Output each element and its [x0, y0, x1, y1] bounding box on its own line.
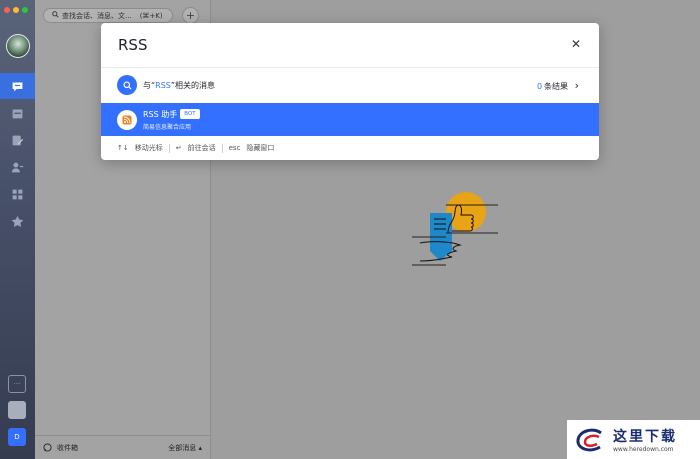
nav-calendar[interactable] — [0, 100, 35, 126]
window-controls — [4, 7, 28, 13]
search-shortcut: (⌘+K) — [139, 11, 163, 20]
arrow-keys-icon: ↑↓ — [117, 144, 129, 152]
hint-divider — [221, 143, 223, 153]
watermark-cn: 这里下载 — [613, 429, 677, 445]
result-count-number: 0 — [536, 81, 543, 91]
search-modal: RSS ✕ 与“RSS”相关的消息 0 条结果 › RSS 助手 BOT 简易信… — [101, 23, 599, 160]
enter-key-icon: ↵ — [175, 144, 182, 152]
search-query-input[interactable]: RSS — [118, 36, 147, 54]
rss-icon — [122, 115, 132, 124]
result-name-line: RSS 助手 BOT — [143, 109, 200, 120]
apps-grid-icon — [12, 189, 23, 199]
result-name: RSS 助手 — [143, 109, 178, 119]
rss-bot-avatar — [117, 109, 137, 130]
search-messages-row[interactable]: 与“RSS”相关的消息 0 条结果 › — [101, 67, 599, 103]
watermark-url: www.heredown.com — [613, 446, 674, 453]
watermark-text: 这里下载 www.heredown.com — [613, 426, 677, 453]
search-placeholder: 查找会话、消息、文... — [62, 11, 132, 20]
nav-apps[interactable] — [0, 181, 35, 207]
doc-edit-icon — [12, 135, 24, 145]
result-count-suffix: 条结果 — [544, 81, 569, 91]
esc-key-label: esc — [228, 144, 241, 152]
inbox-button[interactable]: 收件箱 — [43, 443, 78, 453]
result-description: 简易信息聚合应用 — [143, 123, 192, 131]
chevron-right-icon: › — [574, 78, 579, 92]
contacts-icon — [11, 162, 24, 172]
search-circle-icon — [117, 75, 137, 95]
search-result-rss-bot[interactable]: RSS 助手 BOT 简易信息聚合应用 — [101, 103, 599, 136]
nav-favorites[interactable] — [0, 208, 35, 234]
close-icon[interactable]: ✕ — [571, 37, 581, 51]
site-watermark: 这里下载 www.heredown.com — [567, 420, 700, 459]
more-apps-button[interactable]: ··· — [8, 375, 26, 393]
label-keyword: RSS — [155, 80, 171, 90]
workspace-switcher[interactable] — [8, 401, 26, 419]
app-sidebar: ··· D — [0, 0, 35, 459]
label-prefix: 与“ — [143, 80, 156, 90]
nav-messages[interactable] — [0, 73, 35, 99]
search-messages-label: 与“RSS”相关的消息 — [143, 80, 215, 91]
inbox-icon — [43, 443, 52, 452]
user-avatar[interactable] — [6, 34, 30, 58]
hint-go-to-chat: 前往会话 — [187, 144, 216, 152]
modal-header: RSS ✕ — [101, 23, 599, 68]
star-icon — [11, 215, 24, 227]
minimize-window-button[interactable] — [13, 7, 19, 13]
label-suffix: ”相关的消息 — [170, 80, 216, 90]
chat-icon — [12, 81, 23, 91]
empty-state-illustration — [412, 192, 498, 266]
result-info: RSS 助手 BOT 简易信息聚合应用 — [143, 109, 200, 131]
more-dots-icon: ··· — [13, 379, 21, 388]
hint-divider — [168, 143, 170, 153]
nav-docs[interactable] — [0, 127, 35, 153]
nav-contacts[interactable] — [0, 154, 35, 180]
hint-hide-window: 隐藏窗口 — [246, 144, 275, 152]
watermark-logo-icon — [576, 428, 602, 451]
close-window-button[interactable] — [4, 7, 10, 13]
search-icon — [52, 11, 59, 20]
account-initial-badge[interactable]: D — [8, 428, 26, 446]
result-count: 0 条结果 › — [537, 79, 579, 92]
zoom-window-button[interactable] — [22, 7, 28, 13]
bot-badge: BOT — [180, 109, 200, 119]
inbox-label: 收件箱 — [57, 443, 78, 452]
add-button[interactable]: + — [182, 7, 199, 24]
modal-footer-hints: ↑↓ 移动光标 ↵ 前往会话 esc 隐藏窗口 — [101, 136, 599, 160]
global-search-input[interactable]: 查找会话、消息、文... (⌘+K) — [43, 8, 173, 23]
hint-move-cursor: 移动光标 — [134, 144, 163, 152]
message-filter-dropdown[interactable]: 全部消息 ▴ — [168, 443, 202, 453]
list-footer: 收件箱 全部消息 ▴ — [35, 435, 210, 459]
calendar-icon — [12, 108, 23, 118]
